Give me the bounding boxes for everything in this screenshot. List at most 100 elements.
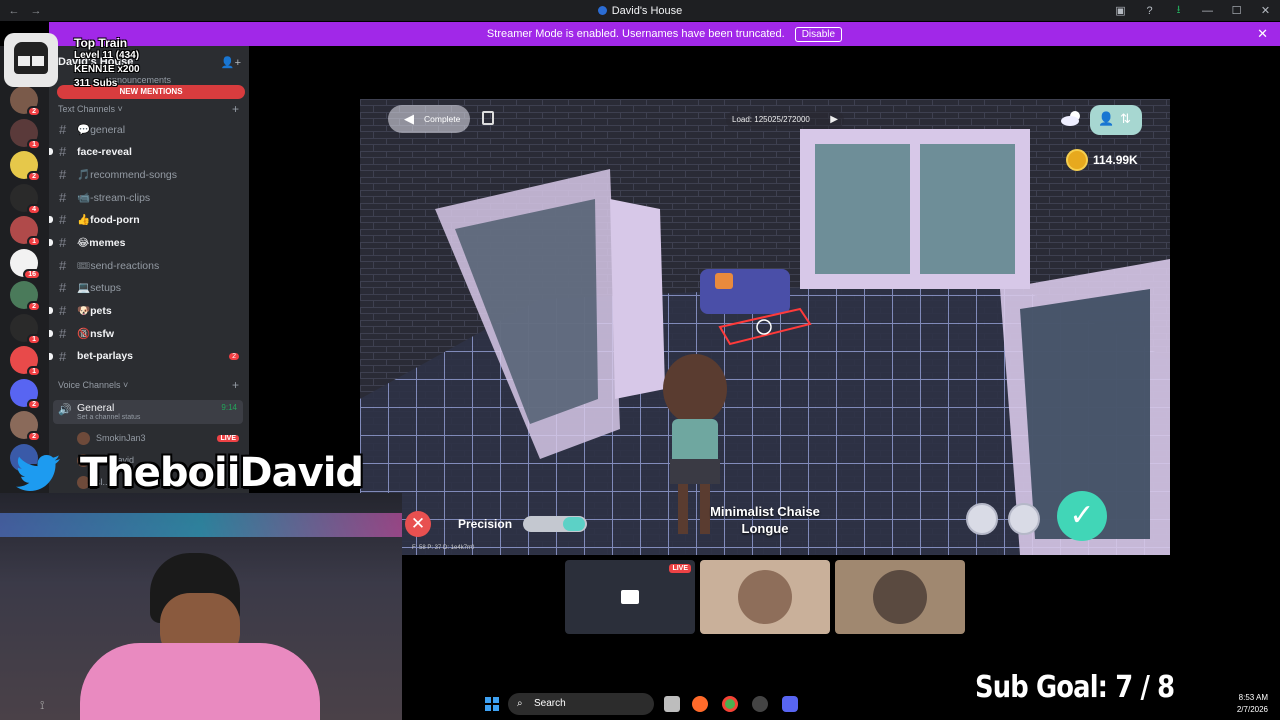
mention-badge: 2 (27, 431, 41, 442)
server-icon[interactable]: 2 (10, 378, 41, 410)
hashtag-icon: # (59, 212, 67, 228)
unread-indicator (49, 216, 53, 224)
catalog-icon[interactable] (482, 111, 494, 125)
channel-item[interactable]: # 🐶pets (49, 301, 249, 321)
channel-item[interactable]: # 💻setups (49, 278, 249, 298)
weather-icon[interactable] (1060, 109, 1084, 127)
channel-item[interactable]: # 🔞nsfw (49, 323, 249, 343)
cancel-placement-button[interactable]: ✕ (405, 511, 431, 537)
channel-item[interactable]: # face-reveal (49, 142, 249, 162)
maximize-icon[interactable]: ☐ (1222, 4, 1251, 17)
server-icon[interactable]: 1 (10, 118, 41, 150)
channel-label: 💬general (77, 123, 126, 136)
window-title: David's House (0, 5, 1280, 17)
unread-indicator (49, 352, 53, 360)
channel-item[interactable]: # 📹-stream-clips (49, 187, 249, 207)
channel-item[interactable]: # 🎵recommend-songs (49, 164, 249, 184)
hashtag-icon: # (59, 348, 67, 364)
channel-label: face-reveal (77, 145, 132, 158)
hashtag-icon: # (59, 166, 67, 182)
channel-sidebar: David's House 👤+ announcements NEW MENTI… (49, 46, 249, 496)
webcam-feed (0, 493, 402, 720)
mention-badge: 2 (27, 301, 41, 312)
mention-badge: 2 (27, 171, 41, 182)
file-explorer-icon[interactable] (664, 696, 680, 712)
channel-item[interactable]: # 😂memes (49, 233, 249, 253)
firefox-icon[interactable] (692, 696, 708, 712)
channel-label: 🔞nsfw (77, 327, 114, 340)
download-icon[interactable]: ⭳ (1164, 1, 1193, 20)
help-icon[interactable]: ? (1135, 5, 1164, 17)
server-icon[interactable]: 1 (10, 313, 41, 345)
channel-item[interactable]: # 🎟send-reactions (49, 255, 249, 275)
train-icon (4, 33, 58, 87)
taskbar-search[interactable]: ⌕ Search (508, 693, 654, 715)
streamer-mode-banner: Streamer Mode is enabled. Usernames have… (49, 22, 1280, 46)
chrome-icon[interactable] (722, 696, 738, 712)
avatar (873, 570, 927, 624)
avatar (738, 570, 792, 624)
channel-label: 🎟send-reactions (77, 259, 160, 272)
taskbar: ⌕ Search 8:53 AM 2/7/2026 (402, 688, 1280, 720)
server-icon[interactable]: 2 (10, 411, 41, 442)
channel-item[interactable]: # 💬general (49, 119, 249, 139)
server-icon[interactable]: 4 (10, 183, 41, 215)
rotate-button[interactable] (1008, 503, 1040, 535)
close-window-icon[interactable]: ✕ (1251, 4, 1280, 17)
play-icon[interactable]: ▶ (830, 111, 838, 129)
server-icon[interactable]: 1 (10, 346, 41, 377)
participant-tile-2[interactable] (835, 560, 965, 634)
mention-badge: 1 (27, 366, 41, 377)
server-icon[interactable]: 1 (10, 216, 41, 247)
voice-user-name: SmokinJan3 (96, 433, 146, 443)
server-rail: 2124116211221 (0, 46, 49, 496)
top-train-title: Top Train (74, 36, 128, 50)
server-icon[interactable]: 16 (10, 248, 41, 280)
server-icon[interactable]: 2 (10, 86, 41, 117)
load-meter: Load: 125025/272000 ▶ (726, 111, 844, 129)
add-text-channel-icon[interactable]: + (232, 102, 239, 116)
disable-button[interactable]: Disable (794, 26, 843, 42)
add-voice-channel-icon[interactable]: + (232, 378, 239, 392)
sliders-icon: ⇅ (1120, 111, 1131, 126)
coin-balance: 114.99K (1093, 153, 1138, 167)
participant-tile-1[interactable] (700, 560, 830, 634)
stream-tile-game[interactable]: LIVE (565, 560, 695, 634)
channel-item[interactable]: # bet-parlays 2 (49, 346, 249, 366)
precision-label: Precision (458, 517, 513, 531)
complete-button[interactable]: ◀ Complete (388, 105, 470, 133)
discord-icon[interactable] (782, 696, 798, 712)
channel-label: bet-parlays (77, 350, 134, 362)
mention-badge: 2 (27, 398, 41, 410)
coin-icon (1066, 149, 1088, 171)
mention-badge: 1 (27, 333, 41, 345)
obs-icon[interactable] (752, 696, 768, 712)
hashtag-icon: # (59, 280, 67, 296)
speaker-icon: 🔊 (58, 404, 72, 416)
title-bar: ← → David's House ▣ ? ⭳ — ☐ ✕ (0, 0, 1280, 21)
server-icon[interactable]: 2 (10, 151, 41, 182)
inbox-icon[interactable]: ▣ (1106, 4, 1135, 17)
invite-icon[interactable]: 👤+ (221, 56, 241, 69)
channel-item[interactable]: # 👍food-porn (49, 210, 249, 230)
pin-icon[interactable]: ⟟ (40, 698, 44, 713)
confirm-placement-button[interactable]: ✓ (1057, 491, 1107, 541)
close-banner-icon[interactable]: ✕ (1257, 26, 1268, 42)
windows-start-icon[interactable] (485, 697, 499, 711)
back-chevron-icon: ◀ (404, 111, 414, 126)
voice-user[interactable]: SmokinJan3 LIVE (77, 430, 242, 446)
text-channels-category[interactable]: Text Channels ˅ (58, 104, 123, 114)
friends-settings-button[interactable]: 👤 ⇅ (1090, 105, 1142, 135)
minimize-icon[interactable]: — (1193, 5, 1222, 17)
taskbar-clock[interactable]: 8:53 AM 2/7/2026 (1237, 692, 1268, 716)
voice-channels-category[interactable]: Voice Channels ˅ (58, 380, 128, 390)
unread-indicator (49, 329, 53, 337)
channel-label: 💻setups (77, 282, 122, 295)
paint-brush-button[interactable] (966, 503, 998, 535)
precision-toggle[interactable] (523, 516, 587, 532)
top-train-subs: 311 Subs (74, 78, 118, 89)
server-icon[interactable]: 2 (10, 281, 41, 312)
hashtag-icon: # (59, 235, 67, 250)
game-stream-view[interactable]: ◀ Complete Load: 125025/272000 ▶ 👤 ⇅ 114.99… (360, 99, 1170, 555)
voice-channel-general[interactable]: 🔊 General 9:14 Set a channel status (53, 400, 243, 424)
